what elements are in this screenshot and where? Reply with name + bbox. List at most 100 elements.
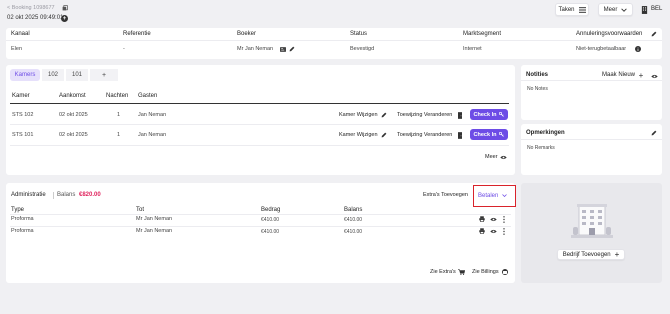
door-icon[interactable] [457,112,462,119]
header-tot: Tot [136,207,145,213]
room-guests: Jan Neman [138,132,167,138]
see-billings-link[interactable]: Zie Billings [472,269,499,275]
plus-icon: + [614,249,620,259]
room-nights: 1 [117,132,121,138]
tab-kamers[interactable]: Kamers [10,69,40,81]
cart-icon[interactable] [458,269,465,275]
room-guests: Jan Neman [138,112,167,118]
tasks-label: Taken [558,6,575,13]
list-icon [578,6,586,13]
chevron-down-icon [621,7,628,12]
remarks-title: Opmerkingen [526,130,565,136]
back-link[interactable]: < Booking 1098677 [7,5,55,11]
divider [10,214,511,215]
divider [6,40,662,41]
more-link[interactable]: Meer [485,154,498,160]
header-marktsegment: Marktsegment [463,31,502,37]
room-number: STS 101 [12,132,34,138]
value-annulering: Niet-terugbetaalbaar [576,46,627,52]
room-number: STS 102 [12,112,34,118]
check-in-button[interactable]: Check In [470,109,508,120]
header-bedrag: Bedrag [261,207,281,213]
more-vertical-icon[interactable] [502,216,505,223]
more-vertical-icon[interactable] [502,228,505,235]
pay-label: Betalen [478,192,499,199]
admin-title: Administratie [11,192,46,198]
administration-card: Administratie Balans €820.00 Extra's Toe… [6,183,516,283]
eye-icon[interactable] [490,229,497,234]
change-room-button[interactable]: Kamer Wijzigen [339,112,378,118]
info-icon[interactable]: i [635,46,641,52]
divider [521,80,662,81]
invoice-balance: €410.00 [344,229,363,235]
company-panel: Bedrijf Toevoegen + [521,183,662,283]
language-label[interactable]: BEL [651,6,662,12]
header-kamer: Kamer [12,93,30,99]
separator [53,192,54,199]
chevron-down-icon [502,194,508,197]
divider [521,139,662,140]
invoice-type: Proforma [11,228,34,234]
add-icon[interactable]: + [61,15,68,22]
id-card-icon[interactable] [280,46,286,52]
room-nights: 1 [117,112,121,118]
key-icon [499,132,505,137]
plus-icon[interactable]: + [638,71,644,80]
edit-icon[interactable] [651,31,657,37]
eye-icon[interactable] [490,217,497,222]
notes-empty: No Notes [527,86,548,92]
invoice-to: Mr Jan Neman [136,228,173,234]
copy-icon[interactable] [62,5,68,11]
value-boeker[interactable]: Mr Jan Neman [237,46,273,52]
invoice-to: Mr Jan Neman [136,216,173,222]
check-in-label: Check In [473,131,497,138]
invoice-amount: €410.00 [261,217,280,223]
billing-icon[interactable] [502,269,508,275]
value-kanaal: Elen [11,46,23,52]
tab-room-101[interactable]: 101 [66,69,88,81]
divider [10,226,511,227]
header-boeker: Boeker [237,31,257,37]
edit-icon[interactable] [289,46,295,52]
notes-card: Notities Maak Nieuw + No Notes [521,65,662,120]
booking-datetime: 02 okt 2025 09:49:01 [7,15,64,21]
header-gasten: Gasten [138,93,158,99]
door-icon[interactable] [457,132,462,139]
room-arrival: 02 okt 2025 [59,132,88,138]
change-room-button[interactable]: Kamer Wijzigen [339,132,378,138]
add-company-button[interactable]: Bedrijf Toevoegen + [557,249,625,260]
divider [10,103,509,104]
new-note-button[interactable]: Maak Nieuw [602,72,635,78]
invoice-amount: €410.00 [261,229,280,235]
building-icon [641,6,648,14]
tasks-button[interactable]: Taken [555,3,589,16]
pencil-icon[interactable] [381,132,387,138]
remarks-card: Opmerkingen No Remarks [521,124,662,175]
print-icon[interactable] [479,216,485,222]
tab-room-102[interactable]: 102 [42,69,64,81]
pencil-icon[interactable] [381,112,387,118]
room-arrival: 02 okt 2025 [59,112,88,118]
notes-title: Notities [526,72,549,78]
header-nachten: Nachten [106,93,129,99]
eye-icon[interactable] [500,154,507,160]
header-kanaal: Kanaal [11,31,30,37]
print-icon[interactable] [479,228,485,234]
eye-icon[interactable] [651,73,658,79]
balance-value: €820.00 [79,192,101,198]
tab-add-room[interactable]: + [90,69,118,81]
more-button[interactable]: Meer [598,3,633,16]
value-status: Bevestigd [350,46,375,52]
edit-icon[interactable] [651,130,657,136]
see-extras-link[interactable]: Zie Extra's [430,269,456,275]
add-extras-button[interactable]: Extra's Toevoegen [423,192,468,198]
divider [10,145,509,146]
change-assignment-button[interactable]: Toewijzing Veranderen [397,112,452,118]
check-in-button[interactable]: Check In [470,129,508,140]
header-annulering: Annuleringsvoorwaarden [576,31,643,37]
pay-button[interactable]: Betalen [478,190,512,201]
change-assignment-button[interactable]: Toewijzing Veranderen [397,132,452,138]
building-illustration [569,203,615,241]
remarks-empty: No Remarks [527,145,555,151]
more-label: Meer [603,6,618,13]
